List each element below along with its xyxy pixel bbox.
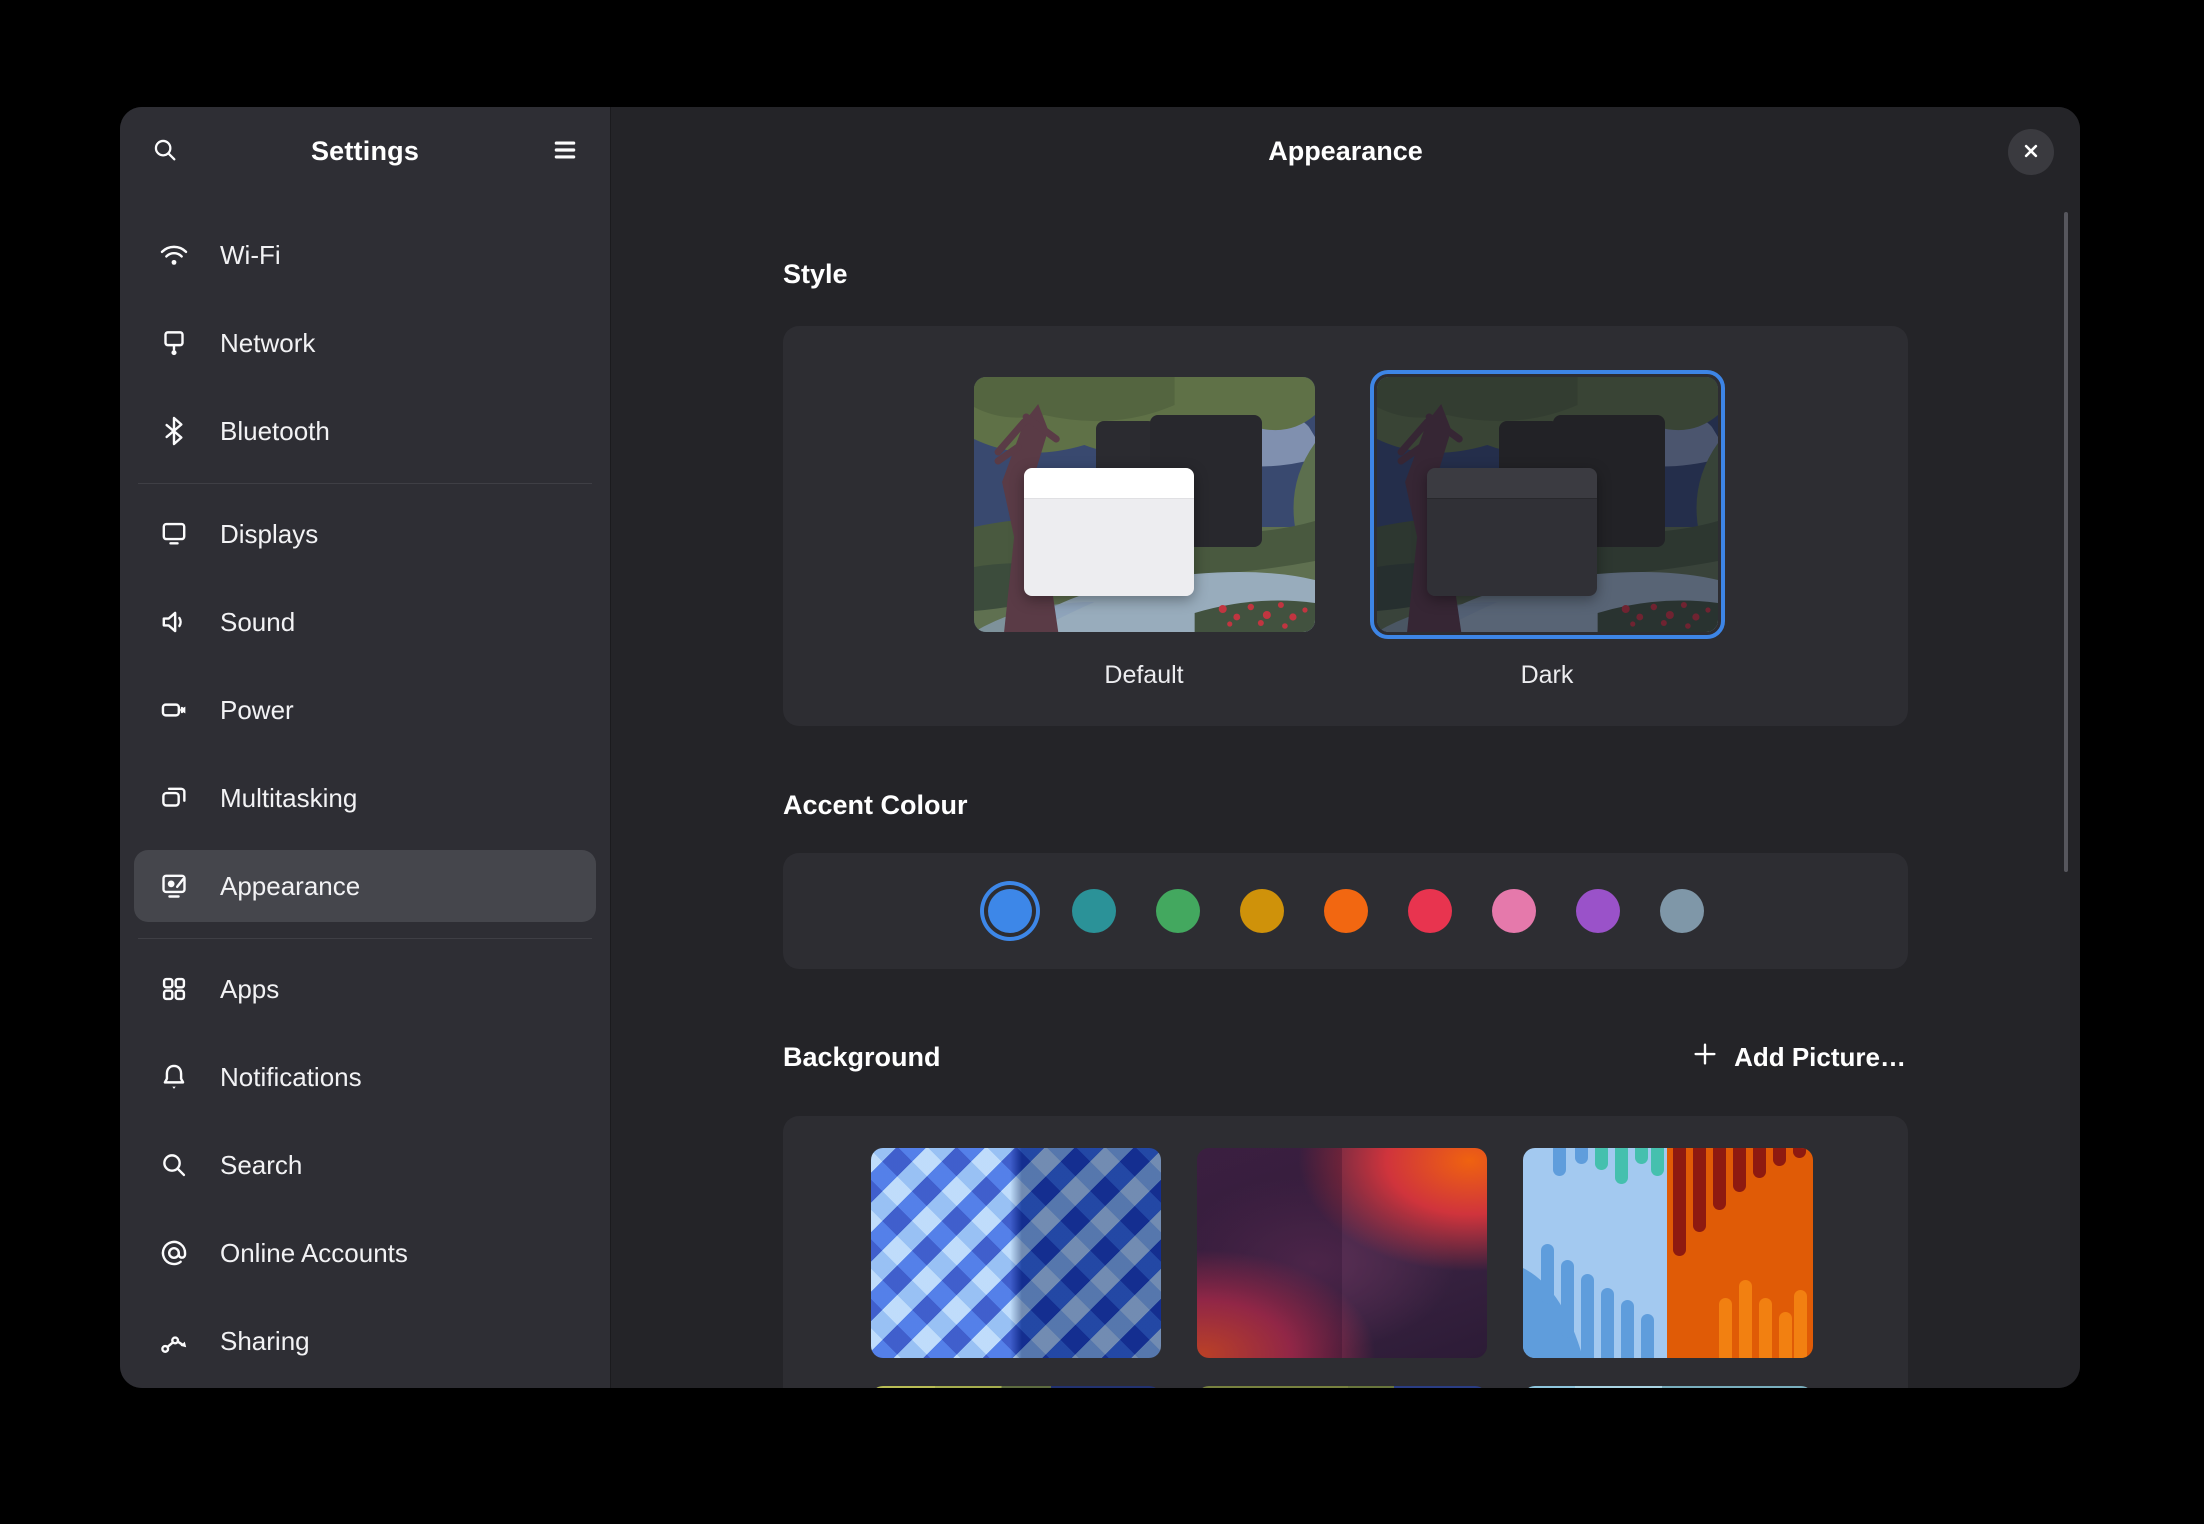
sidebar-item-label: Apps [220,974,279,1005]
accent-card [783,853,1908,969]
style-option-label: Dark [1521,661,1574,690]
accent-swatch-pink[interactable] [1492,889,1536,933]
sidebar-item-label: Displays [220,519,318,550]
grid-icon [156,971,192,1007]
wallpaper-thumb-magma-waves[interactable] [1197,1148,1487,1358]
add-picture-label: Add Picture… [1734,1042,1906,1073]
style-option-label: Default [1104,661,1183,690]
sidebar-item-label: Notifications [220,1062,362,1093]
close-button[interactable] [2008,129,2054,175]
bell-icon [156,1059,192,1095]
style-option-default[interactable]: Default [967,370,1322,726]
accent-swatch-yellow[interactable] [1240,889,1284,933]
style-section: Style [783,259,1908,726]
accent-swatch-red[interactable] [1408,889,1452,933]
sidebar-item-power[interactable]: Power [134,674,596,746]
plus-icon [1690,1039,1720,1076]
accent-swatch-purple[interactable] [1576,889,1620,933]
accent-swatch-teal[interactable] [1072,889,1116,933]
wallpaper-thumb-paint-drips[interactable] [1523,1148,1813,1358]
sidebar-item-search[interactable]: Search [134,1129,596,1201]
style-preview-default [974,377,1315,632]
wifi-icon [156,237,192,273]
sidebar-item-label: Network [220,328,315,359]
style-option-dark[interactable]: Dark [1370,370,1725,726]
sidebar-item-label: Search [220,1150,302,1181]
sidebar-item-network[interactable]: Network [134,307,596,379]
main-panel: Appearance Style [611,107,2080,1388]
sidebar-item-bluetooth[interactable]: Bluetooth [134,395,596,467]
accent-heading: Accent Colour [783,790,1908,821]
accent-swatch-orange[interactable] [1324,889,1368,933]
sidebar-item-online-accounts[interactable]: Online Accounts [134,1217,596,1289]
sidebar-divider [138,483,592,484]
sidebar-item-apps[interactable]: Apps [134,953,596,1025]
menu-button[interactable] [542,128,588,174]
settings-window: Settings Wi-Fi [120,107,2080,1388]
at-icon [156,1235,192,1271]
sidebar-item-label: Bluetooth [220,416,330,447]
search-icon [156,1147,192,1183]
style-preview-frame-dark [1370,370,1725,639]
background-heading: Background [783,1042,941,1073]
paint-drips-art [1523,1148,1813,1358]
sidebar-item-label: Power [220,695,294,726]
sidebar-title: Settings [188,136,542,167]
wallpaper-thumb-green-landscape[interactable] [1197,1386,1487,1388]
main-header: Appearance [611,107,2080,195]
wallpaper-thumb-blue-geometric[interactable] [871,1148,1161,1358]
speaker-icon [156,604,192,640]
sidebar: Settings Wi-Fi [120,107,611,1388]
page-title: Appearance [1268,136,1423,167]
wallpaper-thumb-olive-fields[interactable] [871,1386,1161,1388]
scroll-content: Style [611,195,2080,1388]
sidebar-divider [138,938,592,939]
appearance-icon [156,868,192,904]
sidebar-item-label: Sharing [220,1326,310,1357]
share-icon [156,1323,192,1359]
sidebar-nav: Wi-Fi Network Bluetooth [120,195,610,1388]
style-card: Default [783,326,1908,726]
sidebar-item-notifications[interactable]: Notifications [134,1041,596,1113]
background-card [783,1116,1908,1388]
display-icon [156,516,192,552]
sidebar-item-sharing[interactable]: Sharing [134,1305,596,1377]
hamburger-icon [549,134,581,169]
add-picture-button[interactable]: Add Picture… [1688,1033,1908,1082]
sidebar-item-label: Multitasking [220,783,357,814]
accent-swatch-blue[interactable] [988,889,1032,933]
search-button[interactable] [142,128,188,174]
sidebar-item-label: Sound [220,607,295,638]
sidebar-item-wifi[interactable]: Wi-Fi [134,219,596,291]
desktop: Settings Wi-Fi [0,0,2204,1524]
bluetooth-icon [156,413,192,449]
style-heading: Style [783,259,1908,290]
style-preview-frame-default [967,370,1322,639]
sidebar-item-label: Appearance [220,871,360,902]
close-icon [2018,138,2044,167]
background-section: Background Add Picture… [783,1033,1908,1388]
sidebar-item-displays[interactable]: Displays [134,498,596,570]
sidebar-item-multitasking[interactable]: Multitasking [134,762,596,834]
sidebar-item-label: Online Accounts [220,1238,408,1269]
network-icon [156,325,192,361]
sidebar-item-appearance[interactable]: Appearance [134,850,596,922]
mock-window-front [1427,468,1597,596]
wallpaper-thumb-coastal-light[interactable] [1523,1386,1813,1388]
accent-swatch-slate[interactable] [1660,889,1704,933]
scrollbar[interactable] [2064,212,2068,872]
windows-icon [156,780,192,816]
accent-swatch-green[interactable] [1156,889,1200,933]
sidebar-item-label: Wi-Fi [220,240,281,271]
mock-window-front [1024,468,1194,596]
sidebar-header: Settings [120,107,610,195]
search-icon [149,134,181,169]
sidebar-item-sound[interactable]: Sound [134,586,596,658]
style-preview-dark [1377,377,1718,632]
accent-section: Accent Colour [783,790,1908,969]
battery-icon [156,692,192,728]
